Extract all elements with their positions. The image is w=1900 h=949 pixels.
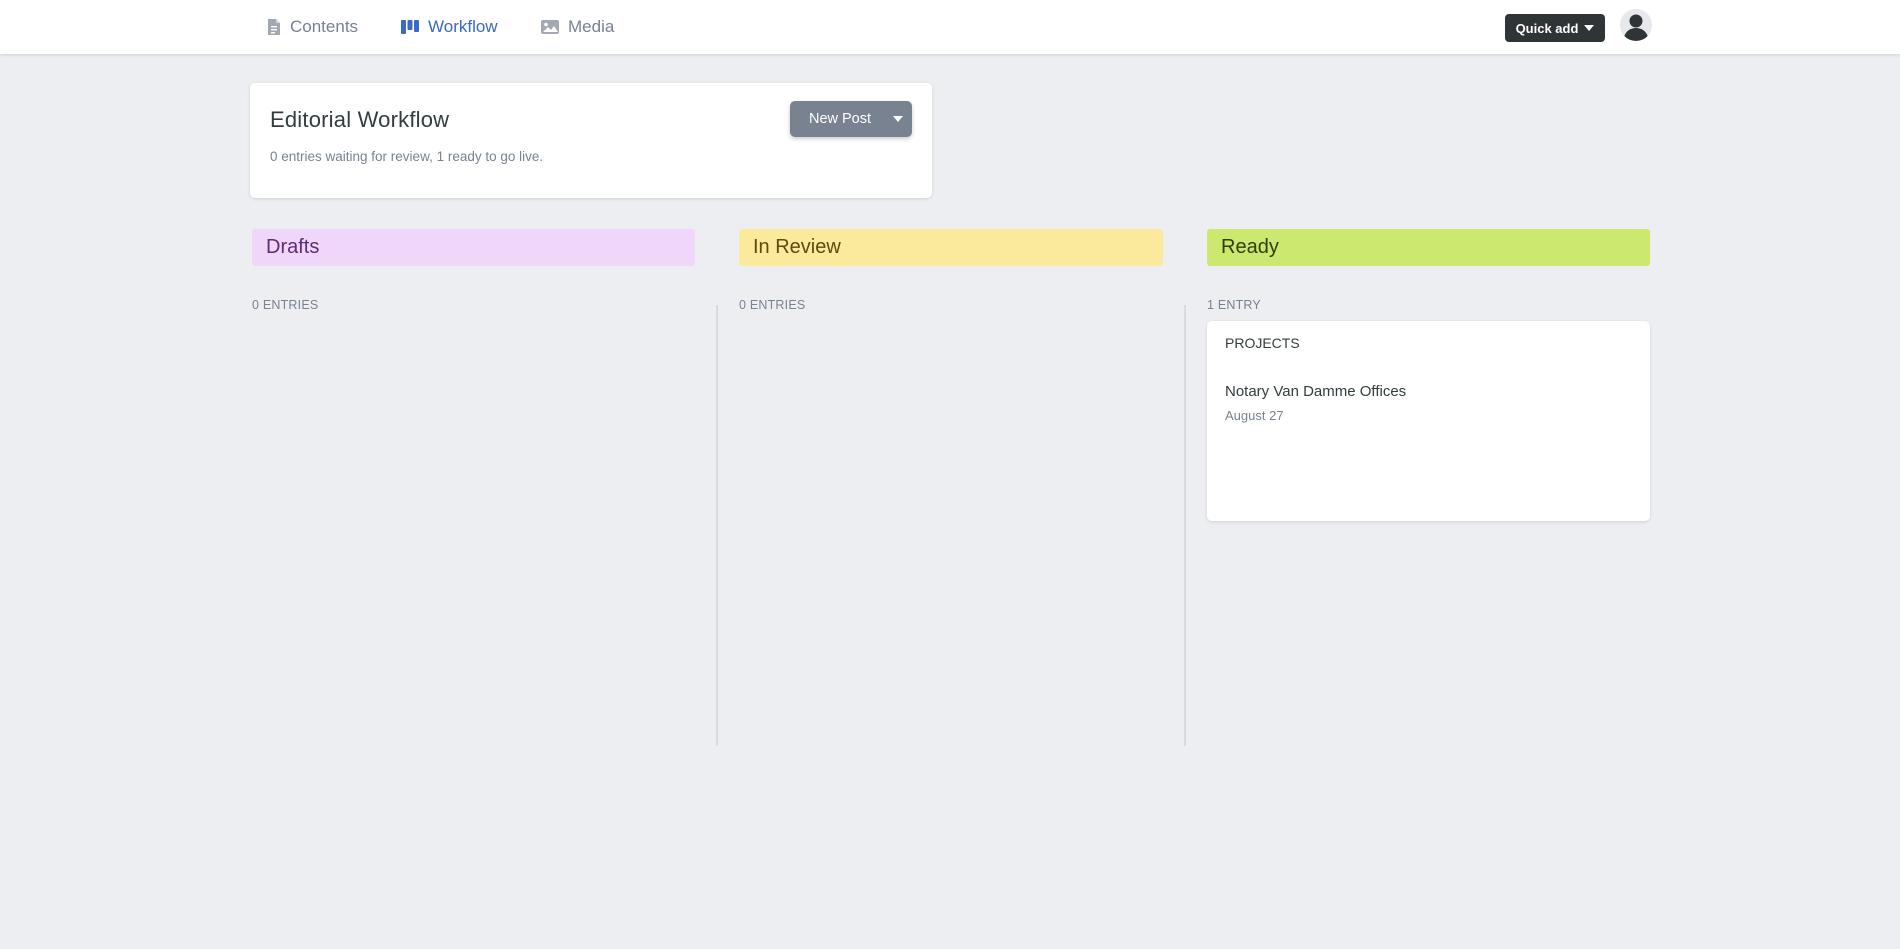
column-header-in-review: In Review	[739, 229, 1163, 266]
column-divider	[1184, 305, 1186, 746]
top-navigation-bar: Contents Workflow Media Quick add	[0, 0, 1900, 54]
caret-down-icon	[893, 116, 903, 122]
quick-add-label: Quick add	[1515, 20, 1579, 36]
document-icon	[266, 18, 282, 36]
entry-date: August 27	[1225, 408, 1284, 423]
ready-entry-count: 1 ENTRY	[1207, 298, 1261, 312]
column-header-drafts: Drafts	[252, 229, 695, 266]
new-post-dropdown: New Post	[790, 101, 912, 137]
column-header-ready: Ready	[1207, 229, 1650, 266]
workflow-header-card: Editorial Workflow 0 entries waiting for…	[250, 83, 932, 198]
column-title-drafts: Drafts	[266, 236, 320, 258]
entry-title: Notary Van Damme Offices	[1225, 383, 1407, 400]
column-divider	[716, 305, 718, 746]
caret-down-icon	[1584, 25, 1595, 31]
nav-workflow-label: Workflow	[428, 17, 498, 36]
new-post-button[interactable]: New Post	[790, 101, 884, 137]
drafts-entry-count: 0 ENTRIES	[252, 298, 319, 312]
kanban-icon	[400, 19, 420, 35]
user-avatar-button[interactable]	[1620, 9, 1652, 41]
nav-contents-label: Contents	[290, 17, 359, 36]
quick-add-button[interactable]: Quick add	[1505, 14, 1605, 42]
workflow-summary: 0 entries waiting for review, 1 ready to…	[270, 149, 544, 164]
user-avatar-icon	[1620, 9, 1652, 41]
nav-media-label: Media	[568, 17, 615, 36]
nav-media-link[interactable]: Media	[540, 16, 614, 38]
in-review-entry-count: 0 ENTRIES	[739, 298, 806, 312]
new-post-menu-toggle[interactable]	[884, 101, 912, 137]
page-title: Editorial Workflow	[270, 107, 450, 132]
column-title-in-review: In Review	[753, 236, 841, 258]
entry-card[interactable]: PROJECTS Notary Van Damme Offices August…	[1207, 321, 1650, 521]
entry-collection-label: PROJECTS	[1225, 335, 1300, 351]
nav-contents-link[interactable]: Contents	[266, 16, 358, 38]
image-icon	[540, 19, 560, 35]
nav-workflow-link[interactable]: Workflow	[400, 16, 498, 38]
column-title-ready: Ready	[1221, 236, 1279, 258]
